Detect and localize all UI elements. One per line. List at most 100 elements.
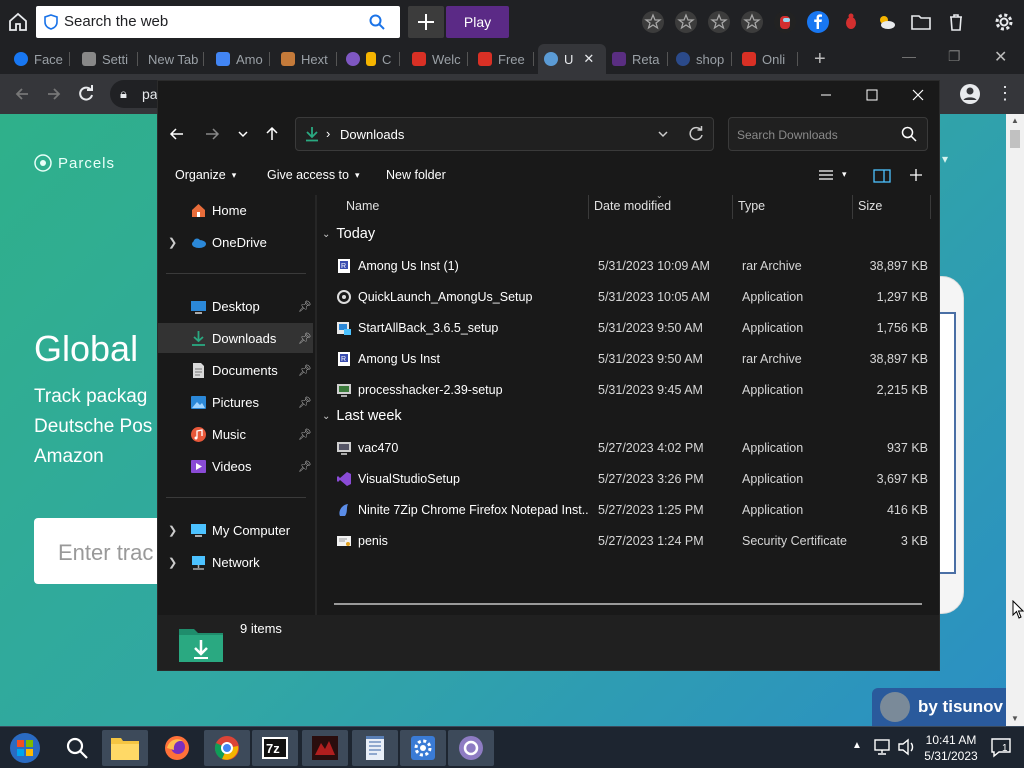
table-row[interactable]: R Among Us Inst 5/31/2023 9:50 AM rar Ar…	[326, 344, 928, 374]
weather-icon[interactable]	[874, 10, 898, 34]
preview-pane-icon[interactable]	[873, 169, 891, 183]
column-header-date[interactable]: Date modified	[594, 195, 671, 221]
browser-app-icon[interactable]	[448, 730, 494, 766]
tab-c[interactable]: C	[346, 44, 400, 74]
address-field[interactable]: 🔒︎ pa	[110, 80, 158, 108]
close-tab-icon[interactable]: ✕	[583, 51, 594, 67]
trash-icon[interactable]	[944, 10, 968, 34]
sidebar-item-documents[interactable]: Documents 📌︎	[158, 355, 313, 385]
maximize-button[interactable]	[849, 81, 895, 111]
tab-facebook[interactable]: Face	[14, 44, 70, 74]
volume-icon[interactable]	[897, 737, 917, 757]
notepad-icon[interactable]	[352, 730, 398, 766]
7zip-icon[interactable]: 7z	[252, 730, 298, 766]
star-icon[interactable]	[674, 10, 698, 34]
add-shortcut-button[interactable]	[408, 6, 444, 38]
page-scrollbar[interactable]: ▲ ▼	[1006, 114, 1024, 726]
sidebar-item-network[interactable]: ❯ Network	[158, 547, 313, 577]
sidebar-item-desktop[interactable]: Desktop 📌︎	[158, 291, 313, 321]
tab-hext[interactable]: Hext	[281, 44, 337, 74]
clock[interactable]: 10:41 AM 5/31/2023	[920, 732, 982, 764]
pin-icon[interactable]: 📌︎	[298, 300, 312, 313]
search-downloads-input[interactable]: Search Downloads	[728, 117, 928, 151]
sidebar-item-pictures[interactable]: Pictures 📌︎	[158, 387, 313, 417]
up-arrow-icon[interactable]	[263, 125, 281, 143]
folder-icon[interactable]	[909, 10, 933, 34]
forward-icon[interactable]	[44, 84, 64, 104]
sidebar-item-downloads[interactable]: Downloads 📌︎	[158, 323, 313, 353]
chrome-icon[interactable]	[204, 730, 250, 766]
firefox-icon[interactable]	[154, 730, 200, 766]
new-folder-button[interactable]: New folder	[386, 168, 446, 182]
star-icon[interactable]	[641, 10, 665, 34]
tab-active-u[interactable]: U ✕	[538, 44, 606, 74]
tab-settings[interactable]: Setti	[82, 44, 138, 74]
table-row[interactable]: vac470 5/27/2023 4:02 PM Application 937…	[326, 433, 928, 463]
author-badge[interactable]: by tisunov	[872, 688, 1006, 726]
back-arrow-icon[interactable]	[168, 125, 186, 143]
table-row[interactable]: processhacker-2.39-setup 5/31/2023 9:45 …	[326, 375, 928, 405]
table-row[interactable]: QuickLaunch_AmongUs_Setup 5/31/2023 10:0…	[326, 282, 928, 312]
table-row[interactable]: VisualStudioSetup 5/27/2023 3:26 PM Appl…	[326, 464, 928, 494]
search-icon[interactable]	[54, 730, 100, 766]
column-divider[interactable]	[588, 195, 589, 219]
tab-reta[interactable]: Reta	[612, 44, 668, 74]
game-app-icon[interactable]	[302, 730, 348, 766]
play-button[interactable]: Play	[446, 6, 509, 38]
search-icon[interactable]	[901, 126, 917, 142]
network-tray-icon[interactable]	[873, 737, 893, 757]
recent-locations-chevron-icon[interactable]	[236, 127, 250, 141]
column-header-size[interactable]: Size	[858, 195, 882, 221]
sidebar-item-home[interactable]: Home	[158, 195, 313, 225]
pin-icon[interactable]: 📌︎	[298, 428, 312, 441]
star-icon[interactable]	[707, 10, 731, 34]
tab-welc[interactable]: Welc	[412, 44, 468, 74]
pin-icon[interactable]: 📌︎	[298, 364, 312, 377]
group-header-last-week[interactable]: ⌄ Last week	[322, 408, 402, 424]
minimize-browser-icon[interactable]: —	[902, 48, 916, 64]
notification-center-icon[interactable]: 1	[990, 737, 1014, 759]
home-icon[interactable]	[6, 10, 30, 34]
gear-icon[interactable]	[992, 10, 1016, 34]
pane-splitter[interactable]	[315, 195, 317, 615]
restore-browser-icon[interactable]: ❐	[948, 48, 961, 65]
site-logo[interactable]: Parcels	[34, 154, 115, 172]
close-browser-icon[interactable]: ✕	[994, 47, 1007, 67]
start-orb-icon[interactable]	[2, 730, 48, 766]
breadcrumb-downloads[interactable]: Downloads	[340, 127, 404, 142]
tab-new-tab[interactable]: New Tab	[148, 44, 204, 74]
column-header-type[interactable]: Type	[738, 195, 765, 221]
column-divider[interactable]	[852, 195, 853, 219]
tab-amo[interactable]: Amo	[216, 44, 270, 74]
pin-icon[interactable]: 📌︎	[298, 396, 312, 409]
show-hidden-icons-chevron-icon[interactable]: ▲	[852, 740, 862, 751]
tracking-number-input[interactable]: Enter trac	[34, 518, 164, 584]
explorer-title-bar[interactable]	[158, 81, 939, 111]
scroll-up-icon[interactable]: ▲	[1011, 116, 1019, 125]
scrollbar-thumb[interactable]	[1010, 130, 1020, 148]
breadcrumb[interactable]: › Downloads	[295, 117, 714, 151]
tab-free[interactable]: Free	[478, 44, 534, 74]
tab-shop[interactable]: shop	[676, 44, 732, 74]
table-row[interactable]: StartAllBack_3.6.5_setup 5/31/2023 9:50 …	[326, 313, 928, 343]
sidebar-item-onedrive[interactable]: ❯ OneDrive	[158, 227, 313, 257]
horizontal-scrollbar[interactable]	[334, 603, 922, 605]
facebook-icon[interactable]	[806, 10, 830, 34]
among-us-extension-icon[interactable]	[773, 10, 797, 34]
table-row[interactable]: Ninite 7Zip Chrome Firefox Notepad Inst.…	[326, 495, 928, 525]
reload-icon[interactable]	[76, 84, 96, 104]
expand-chevron-icon[interactable]: ❯	[168, 236, 177, 249]
sidebar-item-videos[interactable]: Videos 📌︎	[158, 451, 313, 481]
view-options-icon[interactable]	[818, 169, 834, 183]
column-header-name[interactable]: Name	[346, 195, 379, 221]
table-row[interactable]: penis 5/27/2023 1:24 PM Security Certifi…	[326, 526, 928, 556]
search-icon[interactable]	[368, 13, 386, 31]
minimize-button[interactable]	[803, 81, 849, 111]
tab-onli[interactable]: Onli	[742, 44, 798, 74]
close-button[interactable]	[895, 81, 941, 111]
group-header-today[interactable]: ⌄ Today	[322, 226, 375, 242]
column-divider[interactable]	[930, 195, 931, 219]
expand-chevron-icon[interactable]: ❯	[168, 556, 177, 569]
settings-app-icon[interactable]	[400, 730, 446, 766]
file-explorer-icon[interactable]	[102, 730, 148, 766]
